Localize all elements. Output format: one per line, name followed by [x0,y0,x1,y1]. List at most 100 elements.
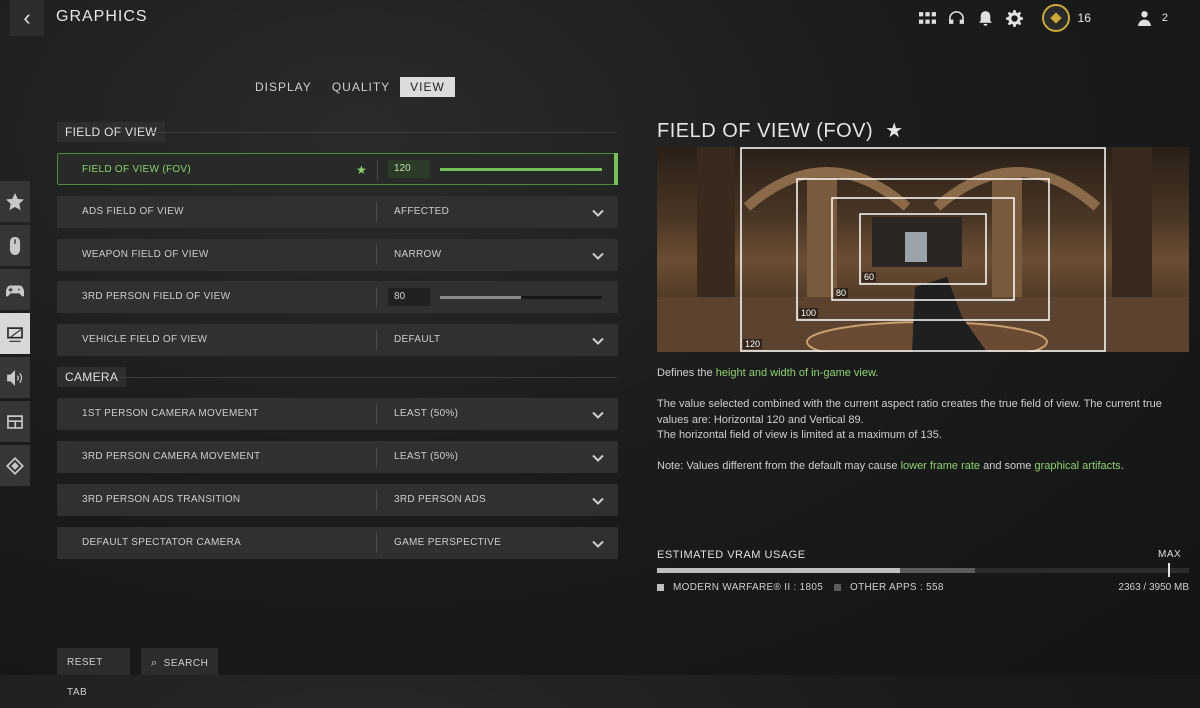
row-divider [376,404,377,424]
setting-row-third-person-camera[interactable]: 3RD PERSON CAMERA MOVEMENT LEAST (50%) [57,441,618,473]
back-button[interactable]: ‹ [10,0,44,36]
section-title: FIELD OF VIEW [57,122,165,142]
reset-tab-label: RESET TAB [67,657,103,698]
search-label: SEARCH [163,658,209,669]
setting-row-weapon-fov[interactable]: WEAPON FIELD OF VIEW NARROW [57,239,618,271]
setting-value: LEAST (50%) [394,451,459,462]
chevron-down-icon[interactable] [592,334,604,346]
setting-row-third-person-ads[interactable]: 3RD PERSON ADS TRANSITION 3RD PERSON ADS [57,484,618,516]
bell-icon[interactable] [973,5,999,31]
vram-other-segment [900,568,976,573]
section-header-fov: FIELD OF VIEW [57,122,617,142]
legend-label: OTHER APPS : 558 [850,582,944,593]
legend-mw: MODERN WARFARE® II : 1805 [657,582,823,593]
level-badge-icon[interactable] [1041,4,1070,32]
gear-icon[interactable] [1002,5,1028,31]
section-divider [119,377,617,378]
setting-value: LEAST (50%) [394,408,459,419]
chevron-down-icon[interactable] [592,451,604,463]
controller-icon [6,285,24,296]
tab-audio[interactable] [0,357,30,398]
row-divider [376,330,377,350]
setting-row-spectator-camera[interactable]: DEFAULT SPECTATOR CAMERA GAME PERSPECTIV… [57,527,618,559]
search-icon: ⌕ [151,657,158,669]
friends-icon[interactable] [1132,5,1158,31]
setting-row-fov[interactable]: FIELD OF VIEW (FOV) ★ 120 [57,153,618,185]
page-title: GRAPHICS [56,8,148,25]
tab-network[interactable] [0,445,30,486]
desc-text: The value selected combined with the cur… [657,398,1162,426]
setting-label: WEAPON FIELD OF VIEW [82,249,209,260]
section-title: CAMERA [57,367,127,387]
description-line-1: Defines the height and width of in-game … [657,366,1187,382]
section-header-camera: CAMERA [57,367,617,387]
tab-controller[interactable] [0,269,30,310]
setting-label: DEFAULT SPECTATOR CAMERA [82,537,242,548]
top-bar: ‹ GRAPHICS 16 2 [0,0,1200,36]
friends-count: 2 [1161,12,1168,24]
fov-value[interactable]: 120 [388,160,430,178]
setting-row-ads-fov[interactable]: ADS FIELD OF VIEW AFFECTED [57,196,618,228]
tab-graphics[interactable] [0,313,30,354]
setting-value: 3RD PERSON ADS [394,494,487,505]
fov-label-100: 100 [799,308,819,318]
third-person-fov-slider[interactable] [440,296,602,299]
vram-total: 2363 / 3950 MB [1118,582,1189,593]
search-button[interactable]: ⌕ SEARCH [141,648,218,675]
setting-label: 3RD PERSON FIELD OF VIEW [82,291,231,302]
tab-quality[interactable]: QUALITY [322,77,400,97]
desc-text: Defines the [657,367,716,379]
tab-interface[interactable] [0,401,30,442]
chevron-down-icon[interactable] [592,408,604,420]
grid-icon[interactable] [915,5,941,31]
level-number: 16 [1077,11,1091,25]
fov-label-80: 80 [834,288,849,298]
chevron-down-icon[interactable] [592,494,604,506]
fov-label-60: 60 [862,272,877,282]
vram-title: ESTIMATED VRAM USAGE [657,549,806,561]
tab-favorites[interactable] [0,181,30,222]
reset-tab-button[interactable]: RESET TAB [57,648,130,698]
selection-accent [614,153,618,185]
row-divider [376,447,377,467]
tab-display[interactable]: DISPLAY [245,77,322,97]
setting-row-vehicle-fov[interactable]: VEHICLE FIELD OF VIEW DEFAULT [57,324,618,356]
third-person-fov-value[interactable]: 80 [388,288,430,306]
section-divider [152,132,617,133]
tab-mouse[interactable] [0,225,30,266]
star-icon [6,192,24,210]
desc-highlight: height and width of in-game view [715,367,876,379]
fov-slider[interactable] [440,168,602,171]
row-divider [377,160,378,180]
row-divider [376,202,377,222]
fov-label-120: 120 [743,339,763,349]
setting-value: NARROW [394,249,442,260]
view-subtabs: DISPLAY QUALITY VIEW [245,77,455,97]
mouse-icon [9,236,21,255]
chevron-down-icon[interactable] [592,249,604,261]
setting-row-third-person-fov[interactable]: 3RD PERSON FIELD OF VIEW 80 [57,281,618,313]
network-icon [6,456,24,475]
headset-icon[interactable] [944,5,970,31]
row-divider [376,245,377,265]
tab-view[interactable]: VIEW [400,77,455,97]
vram-usage-bar [657,568,1189,573]
chevron-down-icon[interactable] [592,206,604,218]
fov-preview-scene [657,147,1189,352]
chevron-down-icon[interactable] [592,537,604,549]
desc-text: Note: Values different from the default … [657,460,901,472]
row-divider [376,490,377,510]
setting-label: VEHICLE FIELD OF VIEW [82,334,208,345]
setting-row-first-person-camera[interactable]: 1ST PERSON CAMERA MOVEMENT LEAST (50%) [57,398,618,430]
setting-value: DEFAULT [394,334,441,345]
setting-label: FIELD OF VIEW (FOV) [82,164,192,175]
vram-max-label: MAX [1158,549,1182,560]
favorite-star-icon[interactable]: ★ [356,163,367,177]
setting-value: GAME PERSPECTIVE [394,537,502,548]
setting-label: 3RD PERSON CAMERA MOVEMENT [82,451,261,462]
legend-swatch [834,584,841,591]
star-icon: ★ [885,120,904,142]
legend-other: OTHER APPS : 558 [834,582,944,593]
vram-max-marker [1168,563,1170,577]
desc-text: . [1120,460,1124,472]
